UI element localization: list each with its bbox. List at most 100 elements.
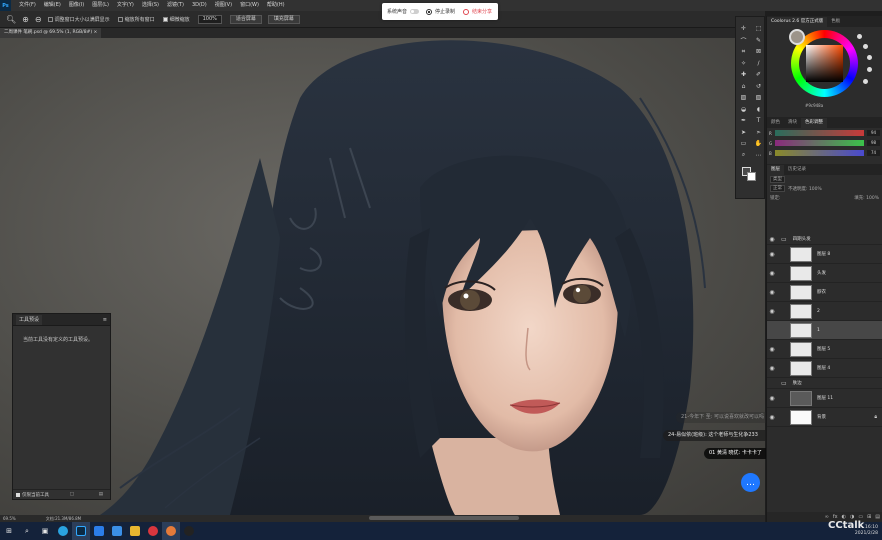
eye-icon[interactable]: ◉ xyxy=(767,395,777,402)
gradient-icon[interactable]: ▧ xyxy=(751,92,766,104)
zoom-out-icon[interactable]: ⊖ xyxy=(35,15,42,24)
layer-group[interactable]: ◉ ▭ 四期头发 xyxy=(767,234,882,245)
tool-preset-title[interactable]: 工具预设 xyxy=(16,314,43,325)
qq-icon[interactable] xyxy=(180,522,198,540)
layer-row-selected[interactable]: 1 xyxy=(767,321,882,340)
end-share-button[interactable]: 结束分享 xyxy=(472,8,492,15)
canvas-area[interactable] xyxy=(0,38,765,515)
option-dot[interactable] xyxy=(863,79,868,84)
trash-icon[interactable]: ▤ xyxy=(875,514,880,520)
menu-help[interactable]: 帮助(H) xyxy=(263,0,289,11)
search-icon[interactable]: ⌕ xyxy=(18,522,36,540)
menu-window[interactable]: 窗口(W) xyxy=(236,0,263,11)
red-value[interactable]: 94 xyxy=(867,130,880,136)
edge-browser-icon[interactable] xyxy=(54,522,72,540)
brush-tool-icon[interactable]: ✐ xyxy=(751,69,766,81)
zoom-tool-icon[interactable]: ⌕ xyxy=(736,150,751,162)
eye-icon[interactable]: ◉ xyxy=(767,308,777,315)
pen-tool-icon[interactable]: ✒ xyxy=(736,115,751,127)
eyedropper-icon[interactable]: ✧ xyxy=(736,58,751,70)
saturation-square[interactable] xyxy=(806,45,843,82)
menu-select[interactable]: 选择(S) xyxy=(138,0,163,11)
healing-brush-icon[interactable]: ✚ xyxy=(736,69,751,81)
eye-icon[interactable]: ◉ xyxy=(767,236,777,243)
menu-type[interactable]: 文字(Y) xyxy=(113,0,138,11)
history-brush-icon[interactable]: ↺ xyxy=(751,81,766,93)
fill-field[interactable]: 填充: 100% xyxy=(854,195,879,201)
green-slider[interactable] xyxy=(774,140,865,146)
menu-view[interactable]: 视图(V) xyxy=(211,0,236,11)
document-tab[interactable]: 二周课件 笔刷.psd @ 69.5% (1, RGB/8#) × xyxy=(0,28,102,38)
type-tool-icon[interactable]: T xyxy=(751,115,766,127)
opacity-field[interactable]: 不透明度: 100% xyxy=(788,186,822,192)
layer-row[interactable]: ◉ 图层 4 xyxy=(767,359,882,378)
horizontal-scrollbar[interactable] xyxy=(369,516,519,520)
blue-slider[interactable] xyxy=(774,150,865,156)
app-icon-orange[interactable] xyxy=(162,522,180,540)
more-tools-icon[interactable]: ⋯ xyxy=(751,150,766,162)
tab-color[interactable]: 颜色 xyxy=(767,118,784,128)
new-layer-icon[interactable]: ⊞ xyxy=(867,514,871,520)
layer-row[interactable]: ◉ 2 xyxy=(767,302,882,321)
zoom-tool-icon[interactable]: 🔍︎ xyxy=(6,15,16,24)
menu-file[interactable]: 文件(F) xyxy=(15,0,40,11)
layer-row[interactable]: ◉ 头发 xyxy=(767,264,882,283)
layer-row[interactable]: ◉ 脖衣 xyxy=(767,283,882,302)
lasso-tool-icon[interactable]: ⌒ xyxy=(736,35,751,47)
system-sound-toggle[interactable] xyxy=(410,9,420,14)
zoom-readout[interactable]: 69.5% xyxy=(3,516,16,521)
layer-row[interactable]: ◉ 图层 11 xyxy=(767,389,882,408)
photoshop-taskbar-icon[interactable] xyxy=(72,522,90,540)
blend-mode-select[interactable]: 正常 xyxy=(770,185,785,192)
quick-select-icon[interactable]: ✎ xyxy=(751,35,766,47)
menu-layer[interactable]: 图层(L) xyxy=(88,0,113,11)
eye-icon[interactable]: ◉ xyxy=(767,289,777,296)
trash-icon[interactable]: ▤ xyxy=(99,492,103,497)
dodge-tool-icon[interactable]: ◖ xyxy=(751,104,766,116)
option-dot[interactable] xyxy=(867,67,872,72)
marquee-tool-icon[interactable]: ⬚ xyxy=(751,23,766,35)
eye-icon[interactable]: ◉ xyxy=(767,346,777,353)
hand-tool-icon[interactable]: ✋ xyxy=(751,138,766,150)
stop-record-icon[interactable] xyxy=(426,8,433,15)
move-tool-icon[interactable]: ✛ xyxy=(736,23,751,35)
zoom-value-field[interactable]: 100% xyxy=(197,14,222,24)
current-color-swatch[interactable] xyxy=(789,29,805,45)
path-select-icon[interactable]: ➤ xyxy=(736,127,751,139)
layer-kind-select[interactable]: 类型 xyxy=(770,176,785,183)
current-tool-checkbox[interactable] xyxy=(16,492,20,497)
zoom-in-icon[interactable]: ⊕ xyxy=(22,15,29,24)
resize-windows-checkbox[interactable]: 调整窗口大小以满屏显示 xyxy=(47,16,110,23)
stop-record-button[interactable]: 停止录制 xyxy=(435,8,455,15)
tab-coolorus[interactable]: Coolorus 2.6 官方正式版 xyxy=(767,17,828,27)
option-dot[interactable] xyxy=(867,55,872,60)
menu-filter[interactable]: 滤镜(T) xyxy=(163,0,188,11)
clone-stamp-icon[interactable]: ⌂ xyxy=(736,81,751,93)
layer-group[interactable]: ▭ 肤边 xyxy=(767,378,882,389)
crop-tool-icon[interactable]: ⌗ xyxy=(736,46,751,58)
red-slider[interactable] xyxy=(774,130,865,136)
tab-adjust[interactable]: 色彩调整 xyxy=(801,118,827,128)
rectangle-tool-icon[interactable]: ▭ xyxy=(736,138,751,150)
tab-history[interactable]: 历史记录 xyxy=(784,165,810,175)
blue-value[interactable]: 74 xyxy=(867,150,880,156)
eye-icon[interactable]: ◉ xyxy=(767,251,777,258)
chat-bubble-icon[interactable]: … xyxy=(741,473,760,492)
file-explorer-icon[interactable] xyxy=(126,522,144,540)
frame-tool-icon[interactable]: ⊠ xyxy=(751,46,766,58)
power-icon[interactable] xyxy=(463,8,470,15)
menu-3d[interactable]: 3D(D) xyxy=(188,0,211,11)
eraser-icon[interactable]: ▨ xyxy=(736,92,751,104)
photoshop-logo[interactable]: Ps xyxy=(0,0,11,11)
background-color-swatch[interactable] xyxy=(747,172,756,181)
tab-sliders[interactable]: 滑块 xyxy=(784,118,801,128)
menu-image[interactable]: 图像(I) xyxy=(65,0,88,11)
fit-screen-button[interactable]: 适合屏幕 xyxy=(229,14,262,24)
task-view-icon[interactable]: ▣ xyxy=(36,522,54,540)
eye-icon[interactable]: ◉ xyxy=(767,365,777,372)
menu-edit[interactable]: 编辑(E) xyxy=(40,0,65,11)
tab-swatches[interactable]: 色板 xyxy=(827,17,844,27)
blur-tool-icon[interactable]: ◒ xyxy=(736,104,751,116)
app-icon-blue-2[interactable] xyxy=(108,522,126,540)
layer-row[interactable]: ◉ 背景 🔒︎ xyxy=(767,408,882,427)
